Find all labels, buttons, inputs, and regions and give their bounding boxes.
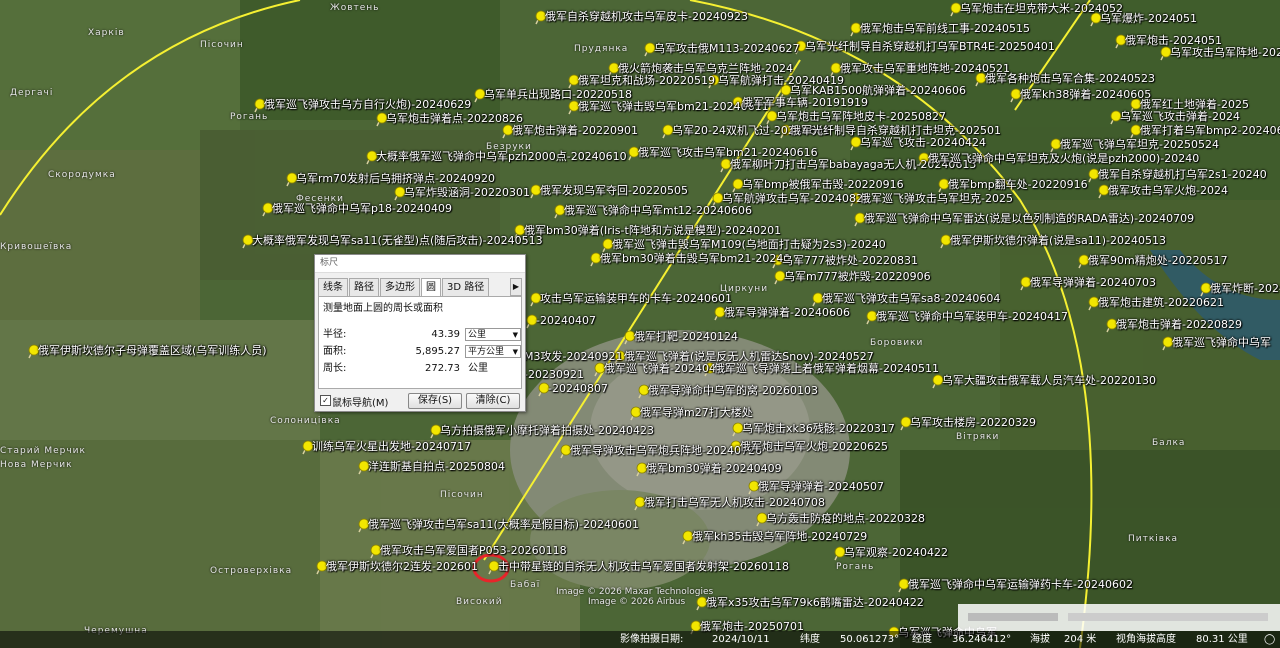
area-row: 面积: 5,895.27 平方公里 ▼ [323, 344, 521, 360]
watermark [958, 604, 1280, 631]
eye-alt-value: 80.31 公里 [1196, 634, 1248, 645]
lat-label: 纬度 [800, 634, 820, 645]
status-bar: 影像拍摄日期: 2024/10/11 纬度 50.061273° 经度 36.2… [0, 631, 1280, 648]
place-name-label: Фесенки [296, 194, 344, 204]
place-name-label: Рогань [230, 112, 269, 122]
place-name-label: Вітряки [956, 432, 1000, 442]
place-name-label: Пісочин [440, 490, 484, 500]
place-name-label: Циркуни [720, 284, 769, 294]
ruler-title: 标尺 [315, 255, 525, 273]
attribution-line-2: Image © 2026 Airbus [588, 597, 686, 607]
ruler-footer: ✓ 鼠标导航(M) 保存(S) 清除(C) [318, 393, 522, 409]
place-name-label: Скородумка [48, 170, 116, 180]
satellite-map[interactable] [0, 0, 1280, 648]
chevron-down-icon: ▼ [512, 348, 518, 356]
place-name-label: Кривошеївка [0, 242, 73, 252]
radius-row: 半径: 43.39 公里 ▼ [323, 327, 521, 343]
perimeter-value: 272.73 [425, 363, 460, 374]
place-name-label: Бабаї [510, 580, 541, 590]
place-name-label: Нова Мерчик [0, 460, 73, 470]
perimeter-row: 周长: 272.73 公里 [323, 361, 518, 377]
area-value: 5,895.27 [415, 346, 460, 357]
tab-3d-path[interactable]: 3D 路径 [442, 278, 490, 296]
elev-value: 204 米 [1064, 634, 1097, 645]
place-name-label: Солоницівка [270, 416, 341, 426]
lon-value: 36.246412° [952, 634, 1012, 645]
lon-label: 经度 [912, 634, 932, 645]
radius-unit-select[interactable]: 公里 ▼ [465, 328, 521, 341]
attribution-line-1: Image © 2026 Maxar Technologies [556, 587, 714, 597]
place-name-label: Прудянка [574, 44, 629, 54]
tab-line[interactable]: 线条 [318, 278, 348, 296]
ruler-panel: 测量地面上圆的周长或面积 半径: 43.39 公里 ▼ 面积: 5,895.27 … [318, 296, 522, 389]
chevron-down-icon: ▼ [512, 331, 518, 339]
area-unit-select[interactable]: 平方公里 ▼ [465, 345, 521, 358]
lat-value: 50.061273° [840, 634, 900, 645]
place-name-label: Пісочин [200, 40, 244, 50]
mouse-nav-label: 鼠标导航(M) [332, 398, 389, 409]
clear-button[interactable]: 清除(C) [466, 393, 520, 409]
ruler-tabs: 线条 路径 多边形 圆 3D 路径 ▶ [318, 278, 522, 297]
save-button[interactable]: 保存(S) [408, 393, 462, 409]
place-name-label: Жовтень [330, 3, 380, 13]
mouse-nav-checkbox[interactable]: ✓ [320, 395, 331, 406]
imagery-date-label: 影像拍摄日期: [620, 634, 684, 645]
radius-value: 43.39 [431, 329, 460, 340]
tab-polygon[interactable]: 多边形 [380, 278, 420, 296]
place-name-label: Островерхівка [210, 566, 293, 576]
place-name-label: Рогань [836, 562, 875, 572]
place-name-label: Питківка [1128, 534, 1179, 544]
place-name-label: Старий Мерчик [0, 446, 86, 456]
perimeter-unit: 公里 [468, 363, 488, 374]
radius-label: 半径: [323, 329, 347, 340]
ruler-description: 测量地面上圆的周长或面积 [323, 303, 443, 314]
place-name-label: Безруки [486, 142, 532, 152]
attribution: Image © 2026 Maxar Technologies Image © … [556, 587, 713, 607]
tab-path[interactable]: 路径 [349, 278, 379, 296]
tab-circle[interactable]: 圆 [421, 278, 441, 297]
ruler-dialog[interactable]: 标尺 线条 路径 多边形 圆 3D 路径 ▶ 测量地面上圆的周长或面积 半径: … [314, 254, 526, 412]
tab-scroll-right-icon[interactable]: ▶ [510, 278, 522, 296]
perimeter-label: 周长: [323, 363, 347, 374]
place-name-label: Харків [88, 28, 125, 38]
place-name-label: Високий [456, 597, 503, 607]
elev-label: 海拔 [1030, 634, 1050, 645]
place-name-label: Балка [1152, 438, 1186, 448]
place-name-label: Дергачі [10, 88, 54, 98]
status-circle-icon: ◯ [1264, 634, 1276, 645]
area-label: 面积: [323, 346, 347, 357]
place-name-label: Боровики [870, 338, 924, 348]
eye-alt-label: 视角海拔高度 [1116, 634, 1176, 645]
imagery-date-value: 2024/10/11 [712, 634, 770, 645]
